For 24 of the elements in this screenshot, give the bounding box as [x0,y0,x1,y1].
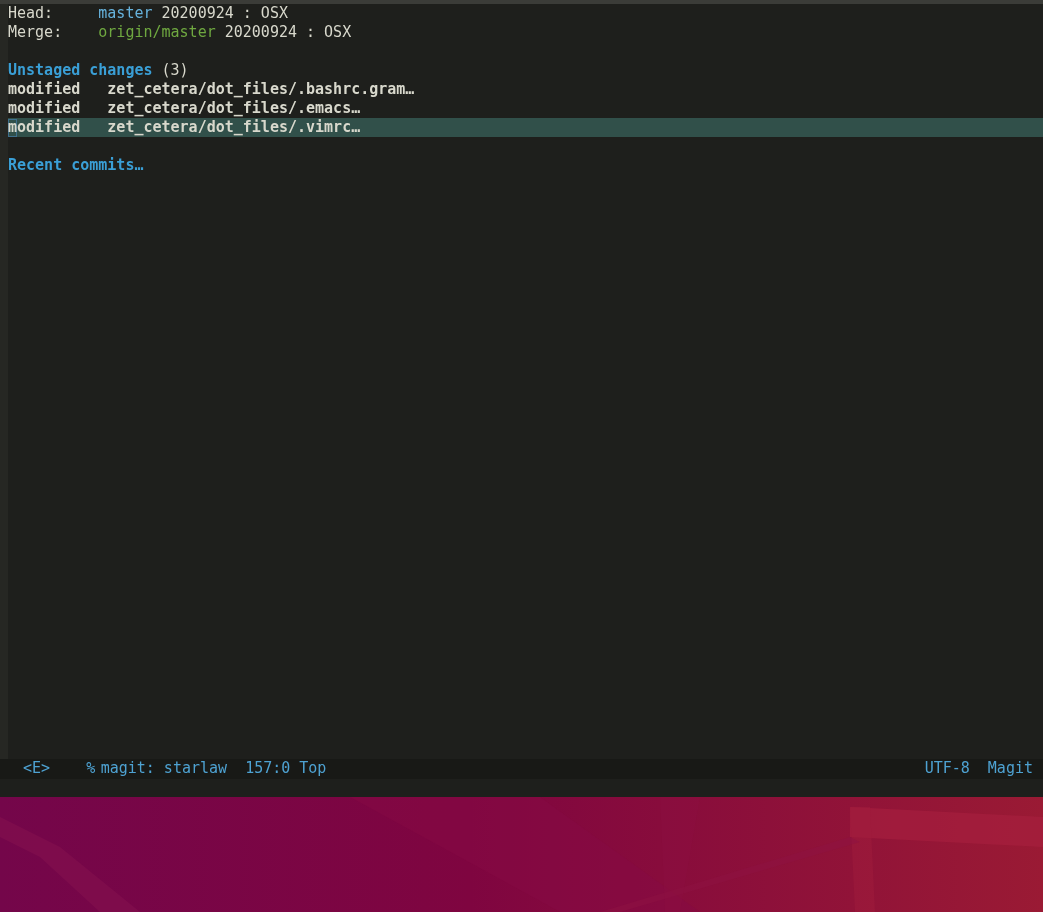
section-heading: Recent commits… [8,156,144,174]
encoding: UTF-8 [924,759,970,779]
section-heading: Unstaged changes [8,61,153,79]
branch-name: master [98,4,153,22]
scroll-position: Top [298,759,327,779]
buffer-name: magit: starlaw [100,759,228,779]
header-label: Merge: [8,23,64,42]
file-status: modified [8,80,82,99]
file-row[interactable]: modified zet_cetera/dot_files/.emacs… [8,99,1043,118]
file-path: zet_cetera/dot_files/.vimrc… [107,118,361,136]
cursor-position: 157:0 [245,759,291,779]
file-path: zet_cetera/dot_files/.bashrc.gram… [107,80,415,98]
editor-state: <E> [23,759,51,779]
file-path: zet_cetera/dot_files/.emacs… [107,99,361,117]
commit-info: 20200924 : OSX [160,4,288,22]
commit-info: 20200924 : OSX [223,23,352,41]
major-mode: Magit [987,759,1033,779]
change-count: (3) [160,61,189,79]
modified-status-text: % [86,759,96,779]
header-label: Head: [8,4,55,23]
file-status: modified [8,99,82,118]
file-row[interactable]: modified zet_cetera/dot_files/.bashrc.gram… [8,80,1043,99]
branch-name: origin/master [98,23,216,41]
file-row[interactable]: modified zet_cetera/dot_files/.vimrc… [8,118,1043,137]
